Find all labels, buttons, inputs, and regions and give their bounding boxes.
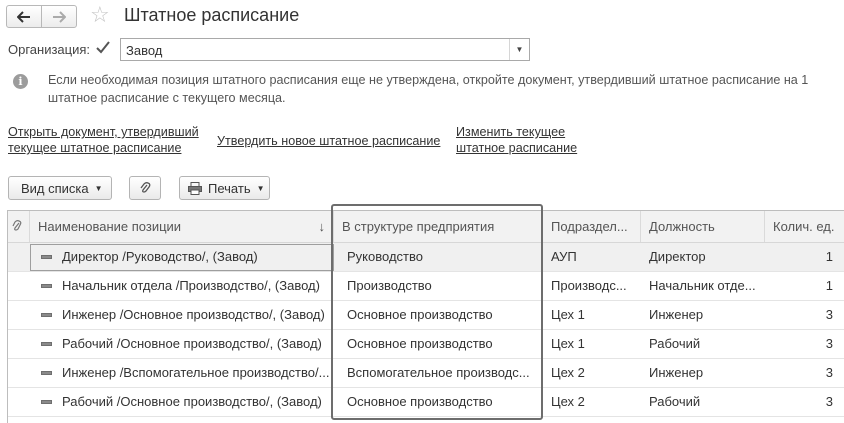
info-icon: i <box>13 74 28 89</box>
cell-count: 3 <box>825 394 833 409</box>
cell-name: Директор /Руководство/, (Завод) <box>62 249 258 264</box>
toolbar: Вид списка ▼ Печать ▼ <box>8 176 308 200</box>
page-title: Штатное расписание <box>124 5 300 25</box>
approve-new-schedule-link[interactable]: Утвердить новое штатное расписание <box>217 133 440 149</box>
arrow-left-icon <box>17 10 30 23</box>
position-item-icon <box>41 255 52 259</box>
cell-department: Цех 1 <box>551 336 585 351</box>
organization-value: Завод <box>126 43 163 58</box>
print-label: Печать <box>208 180 251 196</box>
column-header-count[interactable]: Колич. ед. <box>765 211 844 242</box>
cell-department: АУП <box>551 249 577 264</box>
attachment-column-header[interactable] <box>8 211 30 242</box>
cell-count: 1 <box>825 249 833 264</box>
cell-count: 3 <box>825 307 833 322</box>
cell-department: Цех 1 <box>551 307 585 322</box>
chevron-down-icon: ▼ <box>94 183 103 193</box>
position-item-icon <box>41 400 52 404</box>
link-line: текущее штатное расписание <box>8 141 182 155</box>
cell-position: Инженер <box>649 365 704 380</box>
list-view-label: Вид списка <box>21 180 89 196</box>
structure-column-highlight-frame <box>331 204 543 420</box>
column-header-label: Наименование позиции <box>38 219 182 234</box>
action-links: Открыть документ, утвердивший текущее шт… <box>8 124 808 158</box>
cell-department: Производс... <box>551 278 627 293</box>
cell-position: Инженер <box>649 307 704 322</box>
position-item-icon <box>41 284 52 288</box>
cell-department: Цех 2 <box>551 365 585 380</box>
printer-icon <box>188 181 202 195</box>
open-approving-document-link[interactable]: Открыть документ, утвердивший текущее шт… <box>8 124 199 156</box>
attach-button[interactable] <box>129 176 161 200</box>
position-item-icon <box>41 342 52 346</box>
cell-name: Начальник отдела /Производство/, (Завод) <box>62 278 320 293</box>
column-header-position[interactable]: Должность <box>641 211 765 242</box>
info-message: Если необходимая позиция штатного распис… <box>48 73 809 105</box>
list-view-button[interactable]: Вид списка ▼ <box>8 176 112 200</box>
favorite-star-icon[interactable]: ☆ <box>90 3 110 27</box>
sort-down-icon: ↓ <box>318 219 326 234</box>
title-bar: ☆ Штатное расписание <box>0 0 844 34</box>
link-line: штатное расписание <box>456 141 578 155</box>
column-header-name[interactable]: Наименование позиции ↓ <box>30 211 334 242</box>
cell-name: Инженер /Вспомогательное производство/..… <box>62 365 330 380</box>
organization-row: Организация: Завод ▼ <box>8 38 538 62</box>
change-current-schedule-link[interactable]: Изменить текущее штатное расписание <box>456 124 577 156</box>
cell-name: Рабочий /Основное производство/, (Завод) <box>62 394 322 409</box>
chevron-down-icon: ▼ <box>256 183 265 193</box>
back-button[interactable] <box>6 5 42 28</box>
link-line: Открыть документ, утвердивший <box>8 125 199 139</box>
chevron-down-icon[interactable]: ▼ <box>509 39 529 60</box>
cell-count: 3 <box>825 365 833 380</box>
organization-field[interactable]: Завод ▼ <box>120 38 530 61</box>
organization-checkbox[interactable] <box>95 40 111 56</box>
cell-name: Рабочий /Основное производство/, (Завод) <box>62 336 322 351</box>
cell-count: 3 <box>825 336 833 351</box>
cell-position: Рабочий <box>649 394 701 409</box>
cell-position: Директор <box>649 249 706 264</box>
column-header-department[interactable]: Подраздел... <box>543 211 641 242</box>
cell-count: 1 <box>825 278 833 293</box>
position-item-icon <box>41 313 52 317</box>
position-item-icon <box>41 371 52 375</box>
cell-name: Инженер /Основное производство/, (Завод) <box>62 307 325 322</box>
cell-department: Цех 2 <box>551 394 585 409</box>
organization-label: Организация: <box>8 42 91 57</box>
forward-button[interactable] <box>41 5 77 28</box>
cell-position: Рабочий <box>649 336 701 351</box>
link-line: Изменить текущее <box>456 125 566 139</box>
paperclip-icon <box>140 182 151 193</box>
cell-position: Начальник отде... <box>649 278 756 293</box>
print-button[interactable]: Печать ▼ <box>179 176 270 200</box>
arrow-right-icon <box>53 10 66 23</box>
paperclip-icon <box>12 220 22 231</box>
